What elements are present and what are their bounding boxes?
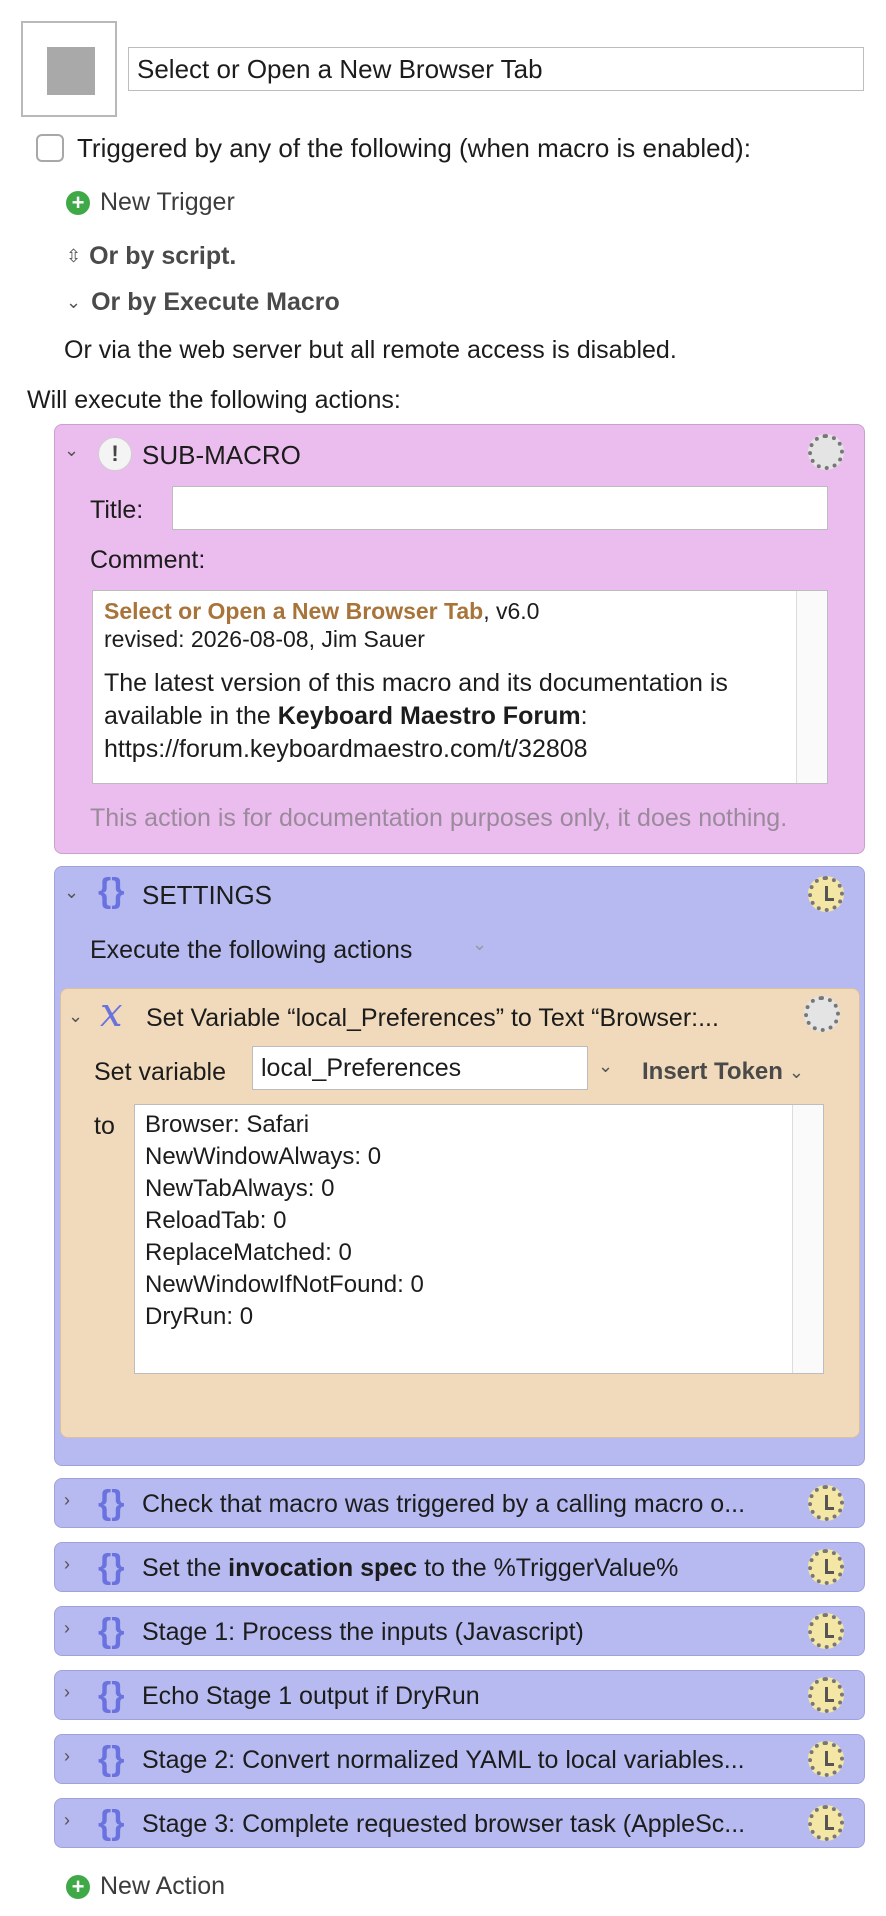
chevron-right-icon[interactable]: › [64,1682,70,1703]
comment-scrollbar[interactable] [796,591,827,783]
braces-icon: {} [98,1548,125,1586]
insert-token-button[interactable]: Insert Token ⌄ [642,1058,804,1086]
chevron-down-icon[interactable]: ⌄ [68,1006,83,1027]
variable-x-icon: x [100,990,123,1036]
gear-icon[interactable] [808,434,844,470]
value-line: NewWindowAlways: 0 [145,1143,382,1170]
title-label: Title: [90,496,144,524]
insert-token-label: Insert Token [642,1058,783,1085]
gear-clock-icon[interactable] [808,1741,844,1777]
plus-circle-icon: + [66,1874,90,1899]
value-line: DryRun: 0 [145,1303,254,1330]
exclamation-icon: ! [98,437,132,471]
group-label: Stage 1: Process the inputs (Javascript) [142,1618,584,1646]
variable-name-field[interactable]: local_Preferences [252,1046,588,1090]
forum-name: Keyboard Maestro Forum [277,702,581,730]
comment-line1: The latest version of this macro and its… [104,669,728,697]
web-server-note: Or via the web server but all remote acc… [64,336,677,364]
chevron-right-icon[interactable]: › [64,1810,70,1831]
set-variable-title: Set Variable “local_Preferences” to Text… [146,1004,719,1032]
new-action-label: New Action [100,1872,226,1900]
gear-clock-icon[interactable] [808,1613,844,1649]
comment-line2-post: : [580,702,588,730]
macro-name-field[interactable]: Select or Open a New Browser Tab [128,47,864,91]
group-label: Set the invocation spec to the %TriggerV… [142,1554,679,1582]
comment-field[interactable]: Select or Open a New Browser Tab, v6.0 r… [92,590,828,784]
comment-line2-pre: available in the [104,702,278,730]
braces-icon: {} [98,1484,125,1522]
comment-version: , v6.0 [483,598,540,624]
up-down-chevron-icon: ⇳ [66,246,82,266]
braces-icon: {} [98,1740,125,1778]
gear-icon[interactable] [804,996,840,1032]
or-by-execute-label: Or by Execute Macro [91,288,340,316]
triggered-by-label: Triggered by any of the following (when … [77,133,751,163]
comment-label: Comment: [90,546,206,574]
braces-icon: {} [98,872,125,910]
chevron-right-icon[interactable]: › [64,1554,70,1575]
gear-clock-icon[interactable] [808,1549,844,1585]
variable-menu-chevron-icon[interactable]: ⌄ [598,1056,613,1077]
chevron-down-icon: ⌄ [66,292,82,312]
braces-icon: {} [98,1612,125,1650]
title-field[interactable] [172,486,828,530]
value-line: Browser: Safari [145,1111,310,1138]
group-label: Stage 3: Complete requested browser task… [142,1810,746,1838]
value-scrollbar[interactable] [792,1105,823,1373]
forum-url: https://forum.keyboardmaestro.com/t/3280… [104,735,588,763]
braces-icon: {} [98,1804,125,1842]
group-label: Echo Stage 1 output if DryRun [142,1682,480,1710]
gear-clock-icon[interactable] [808,1805,844,1841]
submacro-label: SUB-MACRO [142,440,301,470]
chevron-down-icon[interactable]: ⌄ [64,882,79,903]
group-label: Check that macro was triggered by a call… [142,1490,746,1518]
comment-revised: revised: 2026-08-08, Jim Sauer [104,626,425,652]
gear-clock-icon[interactable] [808,1485,844,1521]
plus-circle-icon: + [66,190,90,215]
documentation-note: This action is for documentation purpose… [90,804,788,832]
value-line: ReplaceMatched: 0 [145,1239,352,1266]
comment-macro-title: Select or Open a New Browser Tab [104,598,484,624]
set-variable-label: Set variable [94,1058,227,1086]
or-by-script-disclosure[interactable]: ⇳ Or by script. [66,242,236,271]
value-line: NewTabAlways: 0 [145,1175,335,1202]
chevron-down-icon: ⌄ [788,1061,805,1082]
new-action-button[interactable]: + New Action [66,1872,225,1901]
chevron-down-icon[interactable]: ⌄ [472,934,487,955]
to-label: to [94,1112,115,1140]
value-line: NewWindowIfNotFound: 0 [145,1271,424,1298]
chevron-down-icon[interactable]: ⌄ [64,440,79,461]
macro-icon [47,47,95,95]
macro-icon-well[interactable] [21,21,117,117]
new-trigger-button[interactable]: + New Trigger [66,188,235,217]
variable-value-field[interactable]: Browser: Safari NewWindowAlways: 0 NewTa… [134,1104,824,1374]
variable-value-lines: Browser: Safari NewWindowAlways: 0 NewTa… [145,1109,424,1333]
gear-clock-icon[interactable] [808,876,844,912]
group-label: Stage 2: Convert normalized YAML to loca… [142,1746,745,1774]
execute-label: Execute the following actions [90,936,413,964]
value-line: ReloadTab: 0 [145,1207,287,1234]
braces-icon: {} [98,1676,125,1714]
settings-label: SETTINGS [142,880,273,910]
chevron-right-icon[interactable]: › [64,1490,70,1511]
or-by-script-label: Or by script. [89,242,237,270]
gear-clock-icon[interactable] [808,1677,844,1713]
or-by-execute-disclosure[interactable]: ⌄ Or by Execute Macro [66,288,340,317]
triggered-by-checkbox[interactable] [36,134,64,162]
actions-heading: Will execute the following actions: [27,386,401,414]
chevron-right-icon[interactable]: › [64,1618,70,1639]
new-trigger-label: New Trigger [100,188,235,216]
chevron-right-icon[interactable]: › [64,1746,70,1767]
